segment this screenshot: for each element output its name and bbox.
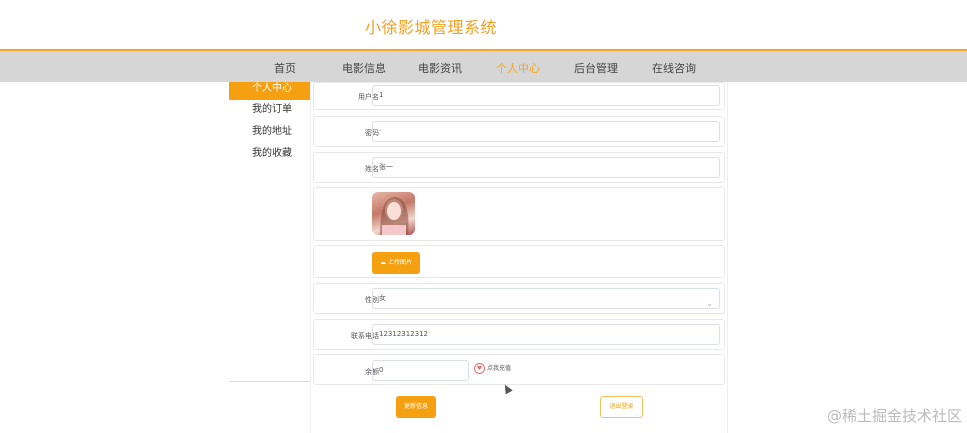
sidebar-item-personal-center[interactable]: 个人中心 (229, 82, 310, 100)
form-row-balance: 余额 0 ♥ 点我充值 (313, 354, 725, 385)
sidebar: 个人中心 我的订单 我的地址 我的收藏 (229, 82, 310, 166)
upload-image-button[interactable]: ☁ 上传图片 (372, 252, 420, 274)
form-row-password: 密码 · (313, 116, 725, 147)
heart-icon: ♥ (474, 363, 485, 374)
password-input[interactable]: · (372, 121, 720, 142)
balance-input[interactable]: 0 (372, 360, 469, 381)
content-border (727, 82, 728, 433)
username-input[interactable]: 1 (372, 85, 720, 106)
form-row-avatar (313, 187, 725, 241)
avatar-image (372, 192, 415, 235)
phone-input[interactable]: 12312312312 (372, 324, 720, 345)
form-row-upload: ☁ 上传图片 (313, 245, 725, 278)
recharge-label: 点我充值 (487, 365, 512, 372)
gender-value: 女 (379, 294, 386, 302)
app-title: 小徐影城管理系统 (365, 18, 498, 37)
sidebar-item-my-orders[interactable]: 我的订单 (229, 100, 310, 122)
sidebar-item-my-favorites[interactable]: 我的收藏 (229, 144, 310, 166)
nav-online-consult[interactable]: 在线咨询 (652, 60, 696, 76)
cloud-upload-icon: ☁ (380, 259, 387, 266)
gender-select[interactable]: 女 ⌄ (372, 288, 720, 309)
nav-movie-info[interactable]: 电影信息 (342, 60, 386, 76)
name-input[interactable]: 张一 (372, 157, 720, 178)
nav-admin[interactable]: 后台管理 (574, 60, 618, 76)
nav-movie-news[interactable]: 电影资讯 (418, 60, 462, 76)
chevron-down-icon: ⌄ (706, 299, 713, 308)
nav-personal-center[interactable]: 个人中心 (496, 60, 540, 76)
nav-home[interactable]: 首页 (274, 60, 296, 76)
recharge-link[interactable]: ♥ 点我充值 (474, 363, 511, 374)
form-row-phone: 联系电话 12312312312 (313, 319, 725, 350)
update-info-button[interactable]: 更新信息 (396, 396, 436, 418)
upload-label: 上传图片 (387, 259, 412, 266)
sidebar-divider (229, 381, 310, 382)
form-row-gender: 性别 女 ⌄ (313, 283, 725, 314)
sidebar-item-my-address[interactable]: 我的地址 (229, 122, 310, 144)
form-row-name: 姓名 张一 (313, 152, 725, 183)
form-row-username: 用户名 1 (313, 82, 725, 110)
logout-button[interactable]: 退出登录 (600, 396, 643, 418)
content-border (310, 82, 311, 433)
watermark: @稀土掘金技术社区 (826, 407, 962, 425)
top-nav: 首页 电影信息 电影资讯 个人中心 后台管理 在线咨询 (0, 51, 967, 82)
